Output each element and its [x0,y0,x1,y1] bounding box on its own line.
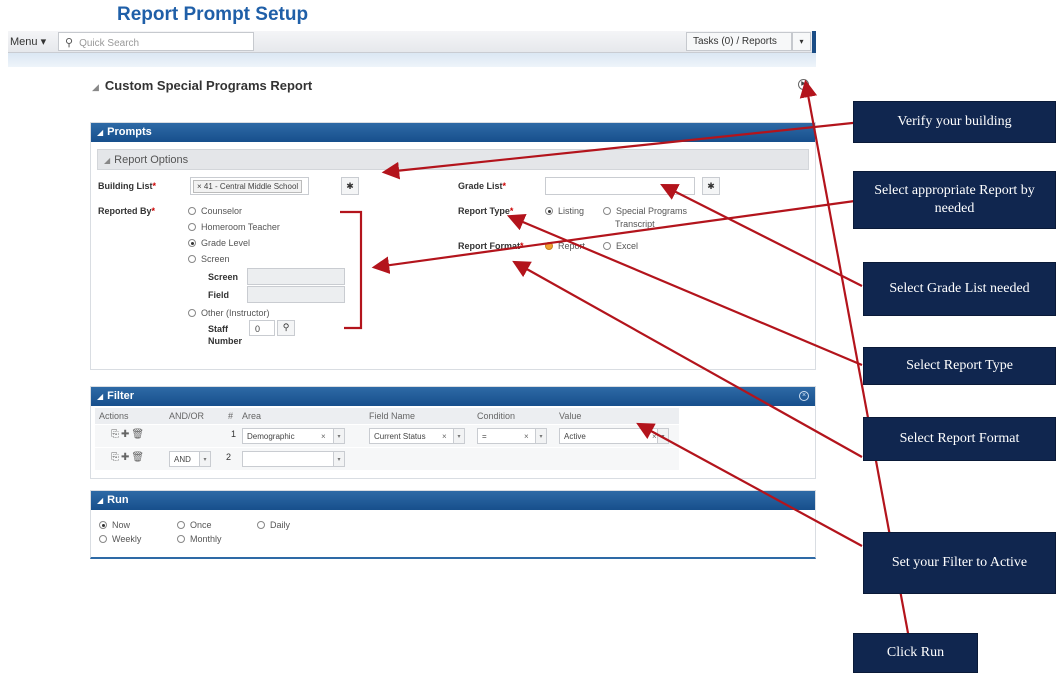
callout-report-type: Select Report Type [863,347,1056,385]
bracket-reported-by [340,210,363,330]
arrow-report-type [506,214,863,367]
callout-filter-active: Set your Filter to Active [863,532,1056,594]
callout-grade-list: Select Grade List needed [863,262,1056,316]
callout-report-format: Select Report Format [863,417,1056,461]
screenshot-root: Report Prompt Setup Menu ▾ ⚲ Quick Search… [0,0,1057,673]
arrow-report-by [371,198,863,274]
arrow-filter [636,422,863,547]
arrow-grade-list [660,184,863,287]
arrow-verify-building [381,120,863,180]
callout-verify-building: Verify your building [853,101,1056,143]
callout-click-run: Click Run [853,633,978,673]
callout-report-by: Select appropriate Report by needed [853,171,1056,229]
